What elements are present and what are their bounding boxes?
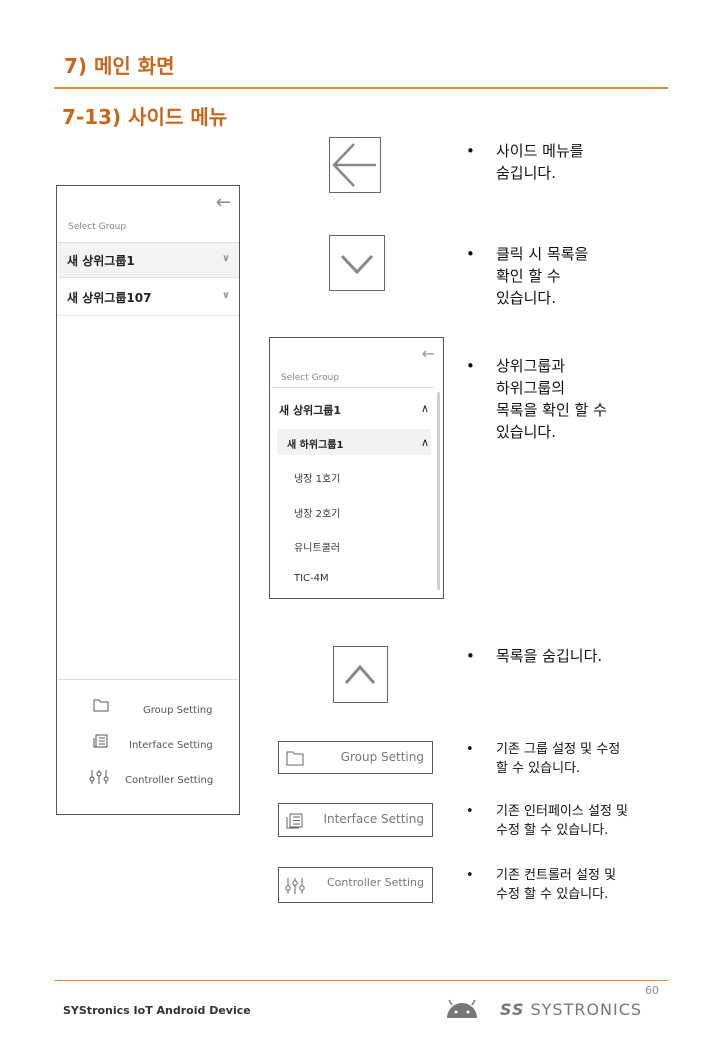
folder-icon [93, 699, 109, 712]
expand-button[interactable] [329, 235, 385, 291]
divider [271, 387, 435, 388]
parent-group-label[interactable]: 새 상위그룹1 [279, 402, 341, 418]
footer-divider [58, 679, 238, 680]
controller-setting-link[interactable]: Controller Setting [89, 769, 233, 789]
controller-setting-label: Controller Setting [125, 775, 214, 786]
device-item[interactable]: TIC-4M [294, 573, 329, 584]
chevron-up-icon[interactable]: ∧ [421, 402, 429, 415]
collapse-button[interactable] [333, 646, 388, 703]
controller-setting-button[interactable]: Controller Setting [278, 867, 433, 903]
back-arrow-button[interactable] [329, 137, 381, 193]
footer-divider [54, 980, 668, 981]
logo-mark: SS [500, 1000, 525, 1019]
group-setting-link[interactable]: Group Setting [93, 698, 233, 718]
subsection-title: 7-13) 사이드 메뉴 [62, 105, 228, 129]
chevron-up-icon [344, 664, 376, 684]
document-title: SYStronics IoT Android Device [63, 1004, 251, 1017]
group-label: 새 상위그룹107 [67, 291, 152, 305]
android-icon [447, 999, 477, 1018]
group-row[interactable]: 새 상위그룹1 ∨ [58, 242, 239, 278]
group-setting-label: Group Setting [143, 705, 213, 716]
chevron-down-icon [340, 254, 374, 275]
group-label: 새 상위그룹1 [67, 253, 135, 268]
interface-setting-button-label: Interface Setting [323, 812, 424, 826]
group-setting-button[interactable]: Group Setting [278, 741, 433, 774]
interface-setting-button[interactable]: Interface Setting [278, 803, 433, 837]
device-item[interactable]: 냉장 1호기 [294, 470, 340, 485]
list-icon [93, 734, 108, 748]
systronics-logo: SS SYSTRONICS [500, 1000, 643, 1019]
list-icon [286, 813, 303, 829]
arrow-left-icon [332, 143, 376, 187]
select-group-label: Select Group [68, 222, 127, 232]
chevron-up-icon[interactable]: ∧ [421, 436, 429, 449]
sliders-icon [285, 878, 305, 894]
device-item[interactable]: 냉장 2호기 [294, 505, 340, 520]
side-menu-panel: ← Select Group 새 상위그룹1 ∨ 새 상위그룹107 ∨ Gro… [56, 185, 240, 815]
header-divider [54, 87, 668, 89]
select-group-label: Select Group [281, 373, 340, 383]
arrow-left-icon[interactable]: ← [422, 344, 435, 363]
chevron-down-icon[interactable]: ∨ [222, 290, 230, 301]
interface-setting-label: Interface Setting [129, 740, 213, 751]
section-title: 7) 메인 화면 [64, 54, 175, 78]
sliders-icon [89, 770, 109, 784]
page-number: 60 [645, 984, 659, 997]
folder-icon [286, 751, 304, 766]
group-setting-button-label: Group Setting [340, 750, 424, 764]
group-row[interactable]: 새 상위그룹107 ∨ [58, 280, 239, 316]
expanded-group-panel: ← Select Group 새 상위그룹1 ∧ 새 하위그룹1 ∧ 냉장 1호… [269, 337, 444, 599]
interface-setting-link[interactable]: Interface Setting [93, 734, 233, 754]
device-item[interactable]: 유니트쿨러 [294, 539, 340, 554]
scrollbar[interactable] [437, 392, 440, 590]
arrow-left-icon[interactable]: ← [216, 192, 231, 213]
chevron-down-icon[interactable]: ∨ [222, 253, 230, 264]
controller-setting-button-label: Controller Setting [327, 876, 424, 889]
child-group-label[interactable]: 새 하위그룹1 [287, 436, 343, 451]
